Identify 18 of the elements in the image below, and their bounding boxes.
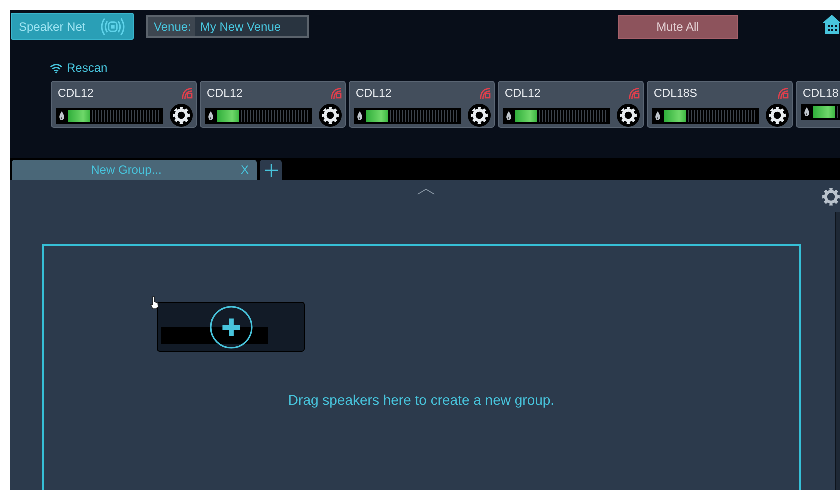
speaker-name: CDL18 <box>802 88 839 100</box>
rescan-link[interactable]: Rescan <box>50 61 108 75</box>
speaker-name: CDL12 <box>206 88 243 100</box>
venue-field[interactable]: Venue: My New Venue <box>146 15 309 38</box>
speaker-name: CDL12 <box>57 88 94 100</box>
drop-zone[interactable]: Drag speakers here to create a new group. <box>42 244 801 490</box>
speaker-name: CDL18S <box>653 88 698 100</box>
mute-all-button[interactable]: Mute All <box>618 15 738 39</box>
venue-label: Venue: <box>153 18 192 36</box>
speaker-name: CDL12 <box>355 88 392 100</box>
speaker-card[interactable]: CDL18S <box>647 81 793 128</box>
speaker-card[interactable]: CDL12 <box>51 81 197 128</box>
drop-zone-message: Drag speakers here to create a new group. <box>287 392 556 408</box>
speaker-name: CDL12 <box>504 88 541 100</box>
speaker-card[interactable]: CDL12 <box>200 81 346 128</box>
speaker-card[interactable]: CDL18 <box>796 81 840 128</box>
speaker-card[interactable]: CDL12 <box>498 81 644 128</box>
speaker-card[interactable]: CDL12 <box>349 81 495 128</box>
